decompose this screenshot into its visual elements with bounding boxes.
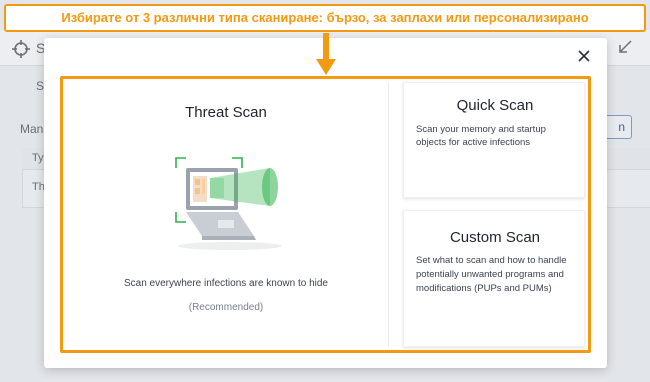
- annotation-banner-text: Избирате от 3 различни типа сканиране: б…: [61, 10, 589, 25]
- close-icon[interactable]: [576, 48, 592, 64]
- annotation-frame: [60, 76, 591, 353]
- background-tab: S: [36, 79, 45, 93]
- crosshair-icon: [12, 40, 30, 58]
- background-table-header-label: Ty: [32, 152, 44, 164]
- collapse-icon[interactable]: [618, 40, 632, 54]
- annotation-banner: Избирате от 3 различни типа сканиране: б…: [4, 4, 646, 32]
- arrow-down-icon: [316, 33, 336, 75]
